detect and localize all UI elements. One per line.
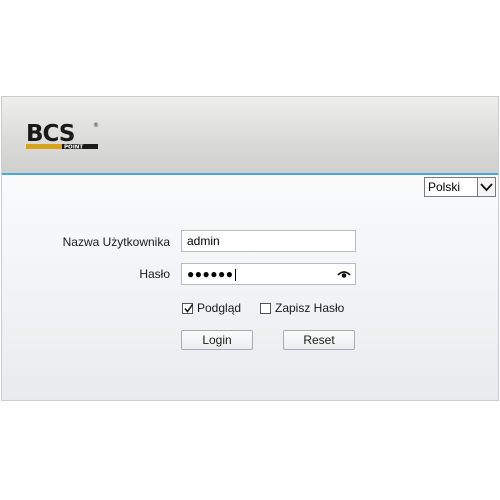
save-password-checkbox-row[interactable]: Zapisz Hasło xyxy=(260,301,344,315)
language-select[interactable]: Polski xyxy=(424,177,496,197)
password-value: ●●●●●● xyxy=(187,267,234,281)
username-label: Nazwa Użytkownika xyxy=(62,235,170,249)
reset-button[interactable]: Reset xyxy=(283,330,355,350)
language-select-value: Polski xyxy=(428,180,461,194)
password-label: Hasło xyxy=(139,267,170,281)
eye-icon[interactable] xyxy=(337,269,351,279)
bcs-point-logo: BCS ® POINT xyxy=(26,121,99,151)
text-caret xyxy=(234,268,236,281)
preview-checkbox-row[interactable]: Podgląd xyxy=(182,301,241,315)
chevron-down-icon[interactable] xyxy=(477,178,495,196)
login-panel: BCS ® POINT Polski Nazwa Użytkownika adm… xyxy=(1,96,499,401)
save-password-checkbox[interactable] xyxy=(260,302,271,314)
save-password-label: Zapisz Hasło xyxy=(275,301,345,315)
check-icon xyxy=(184,303,194,313)
login-button[interactable]: Login xyxy=(181,330,253,350)
logo-subtext: POINT xyxy=(64,145,83,151)
panel-header: BCS ® POINT xyxy=(2,97,498,173)
logo-text: BCS xyxy=(26,121,74,147)
preview-label: Podgląd xyxy=(197,301,242,315)
username-value: admin xyxy=(187,234,220,248)
logo-registered-mark: ® xyxy=(93,122,99,129)
header-accent-line xyxy=(2,173,498,175)
preview-checkbox[interactable] xyxy=(182,302,194,314)
logo-stripe xyxy=(26,144,62,149)
username-input[interactable]: admin xyxy=(181,230,356,252)
password-input[interactable]: ●●●●●● xyxy=(181,263,356,285)
